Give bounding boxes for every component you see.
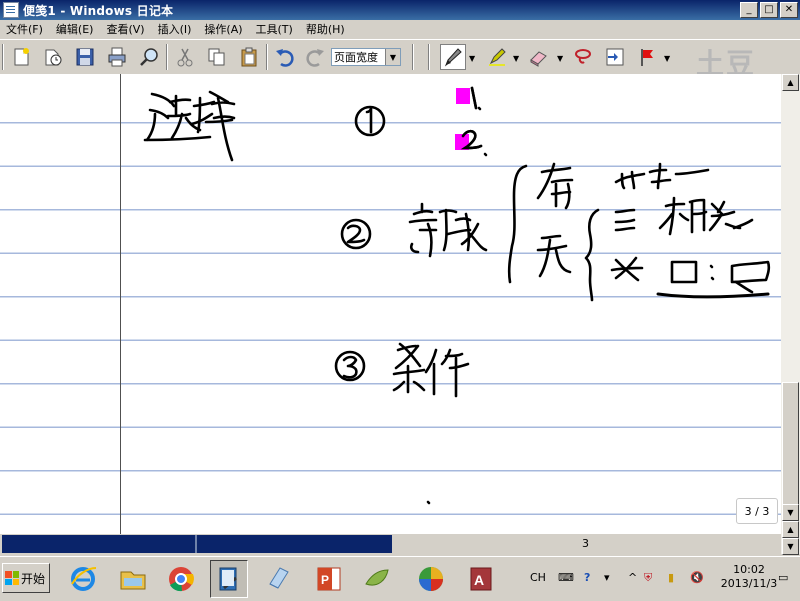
input-language[interactable]: CH	[530, 571, 546, 584]
title-bar: 便笺1 - Windows 日记本 _ □ ✕	[0, 0, 800, 20]
cut-icon[interactable]	[172, 44, 198, 70]
svg-text:A: A	[474, 572, 484, 588]
pen-dropdown-icon[interactable]: ▼	[469, 54, 475, 63]
show-desktop-icon[interactable]: ▭	[778, 571, 788, 584]
find-icon[interactable]	[136, 44, 162, 70]
note-page[interactable]	[0, 74, 781, 534]
minimize-button[interactable]: _	[740, 2, 758, 18]
maximize-button[interactable]: □	[760, 2, 778, 18]
chrome-icon[interactable]	[162, 560, 200, 598]
open-icon[interactable]	[40, 44, 66, 70]
status-progress	[2, 535, 392, 553]
page-counter: 3 / 3	[736, 498, 778, 524]
status-page-number: 3	[582, 537, 589, 550]
highlighter-icon[interactable]	[484, 44, 510, 70]
flag-icon[interactable]	[634, 44, 660, 70]
new-icon[interactable]	[8, 44, 34, 70]
status-bar: 3	[0, 534, 781, 554]
menu-help[interactable]: 帮助(H)	[300, 21, 352, 37]
menu-edit[interactable]: 编辑(E)	[50, 21, 101, 37]
clock-date: 2013/11/3	[720, 577, 778, 590]
save-icon[interactable]	[72, 44, 98, 70]
access-icon[interactable]: A	[462, 560, 500, 598]
chevron-down-icon[interactable]: ▼	[385, 49, 400, 65]
window-title: 便笺1 - Windows 日记本	[23, 3, 174, 18]
pen-icon[interactable]	[440, 44, 466, 70]
menu-actions[interactable]: 操作(A)	[198, 21, 249, 37]
eraser-icon[interactable]	[526, 44, 552, 70]
prev-page-icon[interactable]: ▲	[782, 521, 799, 538]
redo-icon[interactable]	[302, 44, 328, 70]
tray-menu-icon[interactable]: ▾	[604, 571, 610, 584]
start-label: 开始	[21, 571, 46, 586]
zoom-value: 页面宽度	[334, 51, 378, 64]
undo-icon[interactable]	[272, 44, 298, 70]
explorer-icon[interactable]	[114, 560, 152, 598]
highlighter-dropdown-icon[interactable]: ▼	[513, 54, 519, 63]
start-button[interactable]: 开始	[2, 563, 50, 593]
green-app-icon[interactable]	[358, 560, 396, 598]
eraser-dropdown-icon[interactable]: ▼	[557, 54, 563, 63]
lasso-icon[interactable]	[570, 44, 596, 70]
scrollbar-thumb[interactable]	[782, 382, 799, 510]
scroll-down-icon[interactable]: ▼	[782, 504, 799, 521]
menu-view[interactable]: 查看(V)	[100, 21, 151, 37]
network-icon[interactable]: ▮	[668, 571, 674, 584]
security-icon[interactable]: ⛨	[644, 571, 652, 585]
copy-icon[interactable]	[204, 44, 230, 70]
svg-text:P: P	[321, 573, 329, 587]
print-icon[interactable]	[104, 44, 130, 70]
system-tray: CH ⌨ ? ▾ ^ ⛨ ▮ 🔇 10:02 2013/11/3 ▭	[524, 561, 800, 597]
journal-icon[interactable]	[210, 560, 248, 598]
help-icon[interactable]: ?	[584, 571, 590, 584]
paste-icon[interactable]	[236, 44, 262, 70]
notepad-icon[interactable]	[260, 560, 298, 598]
close-button[interactable]: ✕	[780, 2, 798, 18]
powerpoint-icon[interactable]: P	[310, 560, 348, 598]
zoom-select[interactable]: 页面宽度 ▼	[331, 48, 401, 66]
windows-logo-icon	[5, 571, 19, 585]
volume-muted-icon[interactable]: 🔇	[690, 571, 704, 584]
menu-file[interactable]: 文件(F)	[0, 21, 50, 37]
vertical-scrollbar[interactable]: ▲ ▼ ▲ ▼	[781, 74, 800, 555]
journal-app-icon	[3, 2, 19, 18]
next-page-icon[interactable]: ▼	[782, 538, 799, 555]
scroll-up-icon[interactable]: ▲	[782, 74, 799, 91]
show-hidden-icons-icon[interactable]: ^	[628, 571, 637, 584]
insert-space-icon[interactable]	[602, 44, 628, 70]
keyboard-icon[interactable]: ⌨	[558, 571, 574, 584]
menu-insert[interactable]: 插入(I)	[152, 21, 199, 37]
menu-bar: 文件(F) 编辑(E) 查看(V) 插入(I) 操作(A) 工具(T) 帮助(H…	[0, 20, 800, 38]
ie-icon[interactable]	[64, 560, 102, 598]
toolbar: 页面宽度 ▼ ▼ ▼ ▼ ▼ 土豆	[0, 39, 800, 80]
ball-app-icon[interactable]	[412, 560, 450, 598]
window-controls: _ □ ✕	[740, 2, 798, 18]
menu-tools[interactable]: 工具(T)	[250, 21, 300, 37]
clock[interactable]: 10:02 2013/11/3	[719, 563, 779, 591]
handwriting-ink	[143, 86, 771, 505]
flag-dropdown-icon[interactable]: ▼	[664, 54, 670, 63]
taskbar: 开始 P A CH ⌨ ? ▾ ^ ⛨ ▮ 🔇 10:02 2013/11/3	[0, 556, 800, 601]
clock-time: 10:02	[733, 563, 765, 576]
